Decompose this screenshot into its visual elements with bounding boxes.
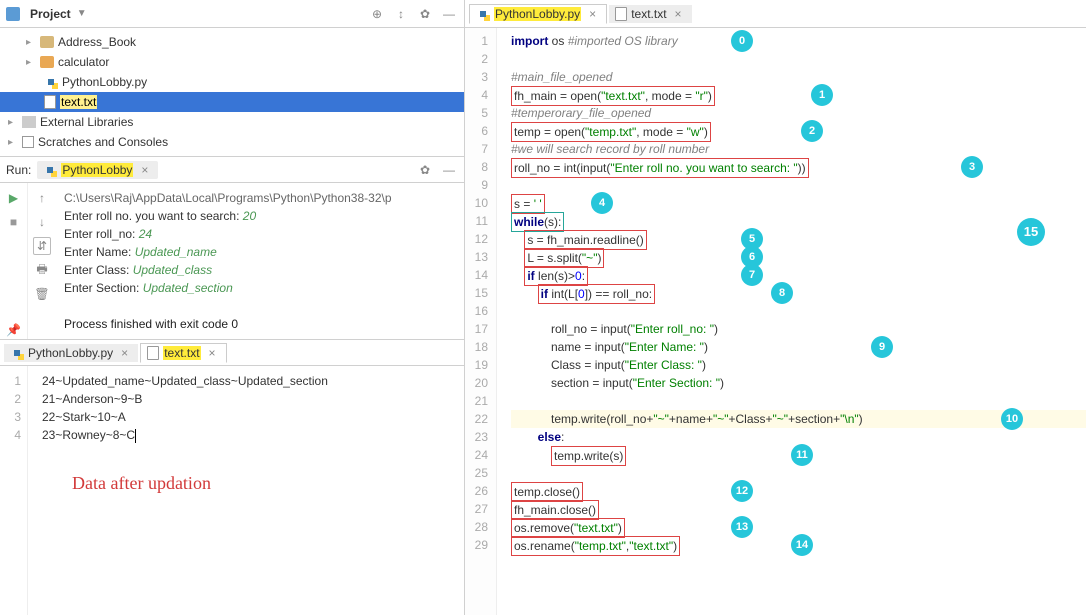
txt-editor: 1234 24~Updated_name~Updated_class~Updat…	[0, 366, 464, 615]
stop-icon[interactable]: ■	[5, 213, 23, 231]
tree-item[interactable]: ▸Address_Book	[0, 32, 464, 52]
tree-item[interactable]: PythonLobby.py	[0, 72, 464, 92]
tab-label: PythonLobby.py	[28, 346, 113, 360]
wrap-icon[interactable]: ⇵	[33, 237, 51, 255]
python-icon	[476, 7, 490, 21]
tree-item[interactable]: ▸External Libraries	[0, 112, 464, 132]
library-icon	[22, 116, 36, 128]
annotation-text: Data after updation	[72, 474, 464, 492]
tree-item-label: calculator	[58, 55, 109, 69]
editor-tab[interactable]: text.txt ×	[140, 343, 226, 363]
text-file-icon	[615, 7, 627, 21]
annotation-bubble: 4	[591, 192, 613, 214]
tree-item-label: Scratches and Consoles	[38, 135, 168, 149]
main-editor: 1234567891011121314151617181920212223242…	[465, 28, 1086, 615]
dropdown-icon[interactable]: ▼	[77, 8, 87, 19]
folder-icon	[40, 36, 54, 48]
python-icon	[43, 163, 57, 177]
main-editor-content[interactable]: import os #imported OS library0 #main_fi…	[497, 28, 1086, 615]
tree-item[interactable]: ▸calculator	[0, 52, 464, 72]
annotation-bubble: 9	[871, 336, 893, 358]
tree-item[interactable]: ▸Scratches and Consoles	[0, 132, 464, 152]
project-toolbar: Project ▼ ⊕ ↕ ✿ —	[0, 0, 464, 28]
folder-icon	[40, 56, 54, 68]
run-console: ▶ ■ 📌 ↑ ↓ ⇵ 🖶 🗑 C:\Users\Raj\AppData\Loc…	[0, 183, 464, 340]
annotation-bubble: 13	[731, 516, 753, 538]
trash-icon[interactable]: 🗑	[33, 285, 51, 303]
run-gutter-left: ▶ ■ 📌	[0, 183, 28, 339]
tree-item-label: Address_Book	[58, 35, 136, 49]
annotation-bubble: 12	[731, 480, 753, 502]
project-tree: ▸Address_Book▸calculator PythonLobby.py te…	[0, 28, 464, 157]
hide-icon[interactable]: —	[440, 161, 458, 179]
tree-item[interactable]: text.txt	[0, 92, 464, 112]
editor-tab[interactable]: PythonLobby.py ×	[469, 4, 607, 24]
up-icon[interactable]: ↑	[33, 189, 51, 207]
run-tab-label: PythonLobby	[61, 163, 133, 177]
txt-editor-content[interactable]: 24~Updated_name~Updated_class~Updated_se…	[28, 366, 464, 615]
tree-item-label: text.txt	[60, 95, 97, 109]
editor-tab[interactable]: text.txt ×	[609, 5, 691, 23]
annotation-bubble: 10	[1001, 408, 1023, 430]
expand-icon[interactable]: ↕	[392, 5, 410, 23]
close-icon[interactable]: ×	[589, 7, 596, 21]
tab-label: text.txt	[631, 7, 666, 21]
text-file-icon	[44, 95, 56, 109]
bottom-editor-tabs: PythonLobby.py × text.txt ×	[0, 340, 464, 366]
run-header: Run: PythonLobby × ✿ —	[0, 157, 464, 183]
annotation-bubble: 1	[811, 84, 833, 106]
locate-icon[interactable]: ⊕	[368, 5, 386, 23]
annotation-bubble: 2	[801, 120, 823, 142]
annotation-bubble: 8	[771, 282, 793, 304]
run-gutter-right: ↑ ↓ ⇵ 🖶 🗑	[28, 183, 56, 339]
project-icon	[6, 7, 20, 21]
hide-icon[interactable]: —	[440, 5, 458, 23]
close-icon[interactable]: ×	[121, 346, 128, 360]
main-line-gutter: 1234567891011121314151617181920212223242…	[465, 28, 497, 615]
pin-icon[interactable]: 📌	[5, 321, 23, 339]
run-icon[interactable]: ▶	[5, 189, 23, 207]
python-icon	[44, 75, 58, 89]
text-file-icon	[147, 346, 159, 360]
down-icon[interactable]: ↓	[33, 213, 51, 231]
tab-label: text.txt	[163, 346, 200, 360]
gear-icon[interactable]: ✿	[416, 5, 434, 23]
close-icon[interactable]: ×	[675, 7, 682, 21]
run-label: Run:	[6, 163, 31, 177]
run-tab[interactable]: PythonLobby ×	[37, 161, 158, 179]
close-icon[interactable]: ×	[141, 163, 148, 177]
tab-label: PythonLobby.py	[494, 7, 581, 21]
annotation-bubble: 14	[791, 534, 813, 556]
tree-item-label: External Libraries	[40, 115, 133, 129]
annotation-bubble: 3	[961, 156, 983, 178]
editor-tab[interactable]: PythonLobby.py ×	[4, 344, 138, 362]
close-icon[interactable]: ×	[209, 346, 216, 360]
scratch-icon	[22, 136, 34, 148]
annotation-bubble: 0	[731, 30, 753, 52]
main-editor-tabs: PythonLobby.py × text.txt ×	[465, 0, 1086, 28]
line-gutter: 1234	[0, 366, 28, 615]
annotation-bubble: 11	[791, 444, 813, 466]
annotation-bubble: 15	[1017, 218, 1045, 246]
console-output[interactable]: C:\Users\Raj\AppData\Local\Programs\Pyth…	[56, 183, 464, 339]
annotation-bubble: 7	[741, 264, 763, 286]
project-title: Project	[30, 7, 71, 21]
python-icon	[10, 346, 24, 360]
gear-icon[interactable]: ✿	[416, 161, 434, 179]
print-icon[interactable]: 🖶	[33, 261, 51, 279]
tree-item-label: PythonLobby.py	[62, 75, 147, 89]
